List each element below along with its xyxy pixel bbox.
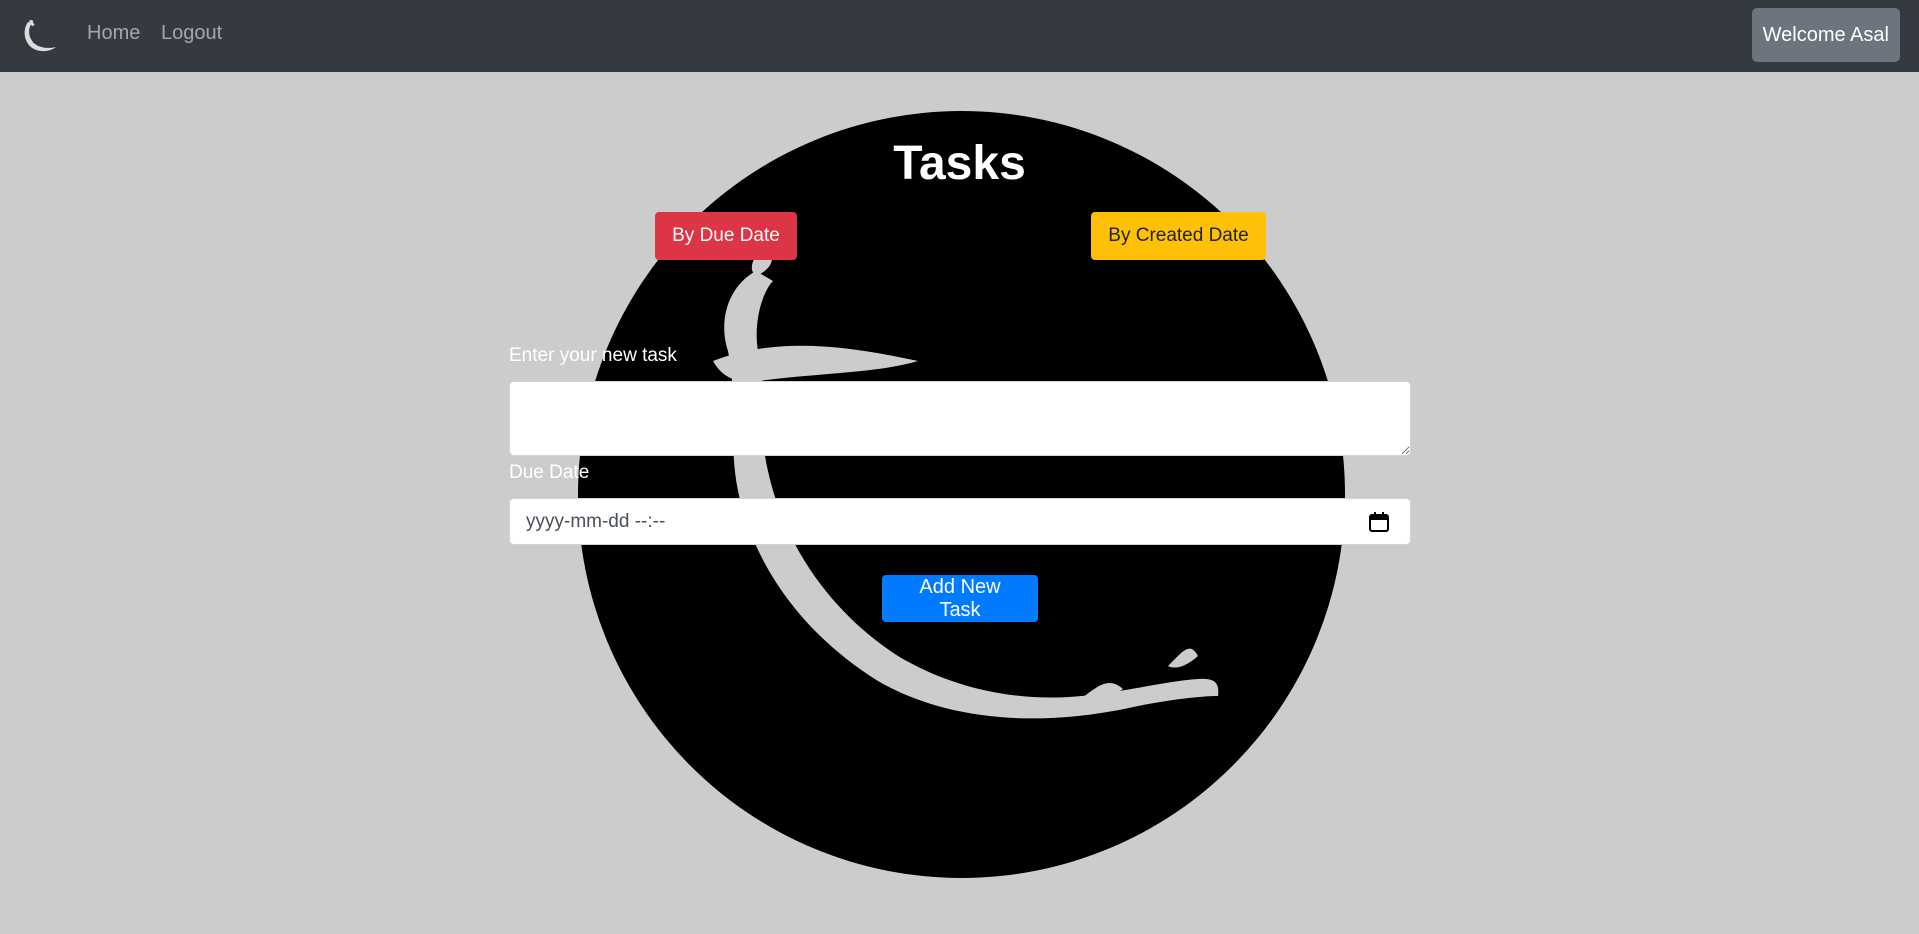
top-navbar: Home Logout Welcome Asal: [0, 0, 1919, 72]
add-new-task-button[interactable]: Add New Task: [882, 575, 1038, 622]
page-title: Tasks: [893, 137, 1026, 190]
due-date-input[interactable]: yyyy-mm-dd --:--: [509, 498, 1411, 545]
due-date-label: Due Date: [509, 462, 590, 483]
nav-link-logout[interactable]: Logout: [161, 22, 222, 45]
welcome-user-button[interactable]: Welcome Asal: [1751, 8, 1900, 62]
due-date-placeholder: yyyy-mm-dd --:--: [526, 511, 666, 532]
new-task-textarea[interactable]: [509, 381, 1411, 456]
calendar-icon[interactable]: [1368, 511, 1390, 533]
sort-by-created-date-button[interactable]: By Created Date: [1091, 212, 1266, 260]
new-task-label: Enter your new task: [509, 345, 677, 366]
flask-logo-icon[interactable]: [18, 16, 58, 56]
sort-by-due-date-button[interactable]: By Due Date: [655, 212, 797, 260]
nav-link-home[interactable]: Home: [87, 22, 140, 45]
